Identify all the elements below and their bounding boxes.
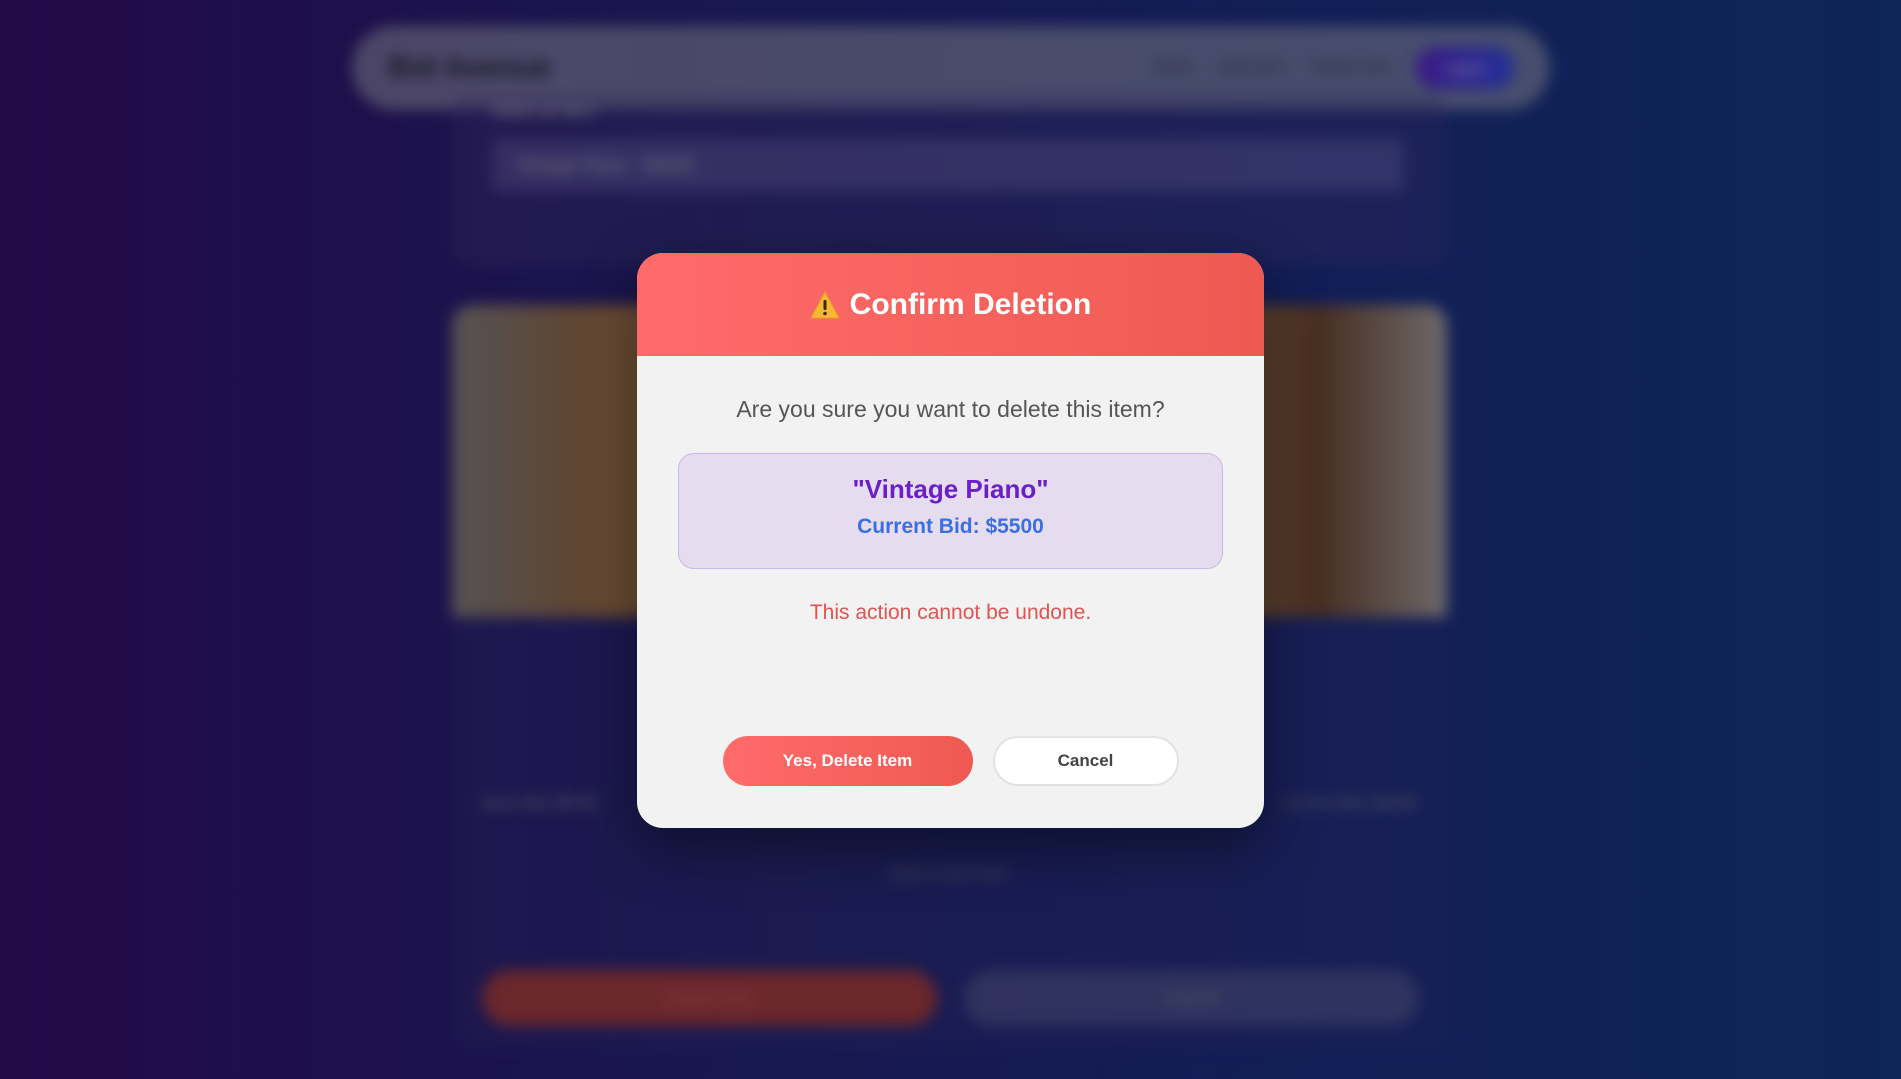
undo-warning-text: This action cannot be undone. — [809, 601, 1092, 624]
modal-button-row: Yes, Delete Item Cancel — [637, 736, 1264, 786]
modal-question: Are you sure you want to delete this ite… — [736, 396, 1165, 422]
item-name: "Vintage Piano" — [852, 474, 1049, 504]
modal-title: Confirm Deletion — [849, 287, 1092, 321]
confirm-delete-button[interactable]: Yes, Delete Item — [722, 736, 973, 786]
item-summary-box: "Vintage Piano" Current Bid: $5500 — [678, 453, 1223, 569]
cancel-button[interactable]: Cancel — [992, 736, 1179, 786]
warning-icon — [810, 291, 840, 319]
item-current-bid: Current Bid: $5500 — [857, 515, 1044, 538]
confirm-delete-modal: Confirm Deletion Are you sure you want t… — [637, 253, 1264, 828]
modal-header: Confirm Deletion — [637, 253, 1264, 356]
